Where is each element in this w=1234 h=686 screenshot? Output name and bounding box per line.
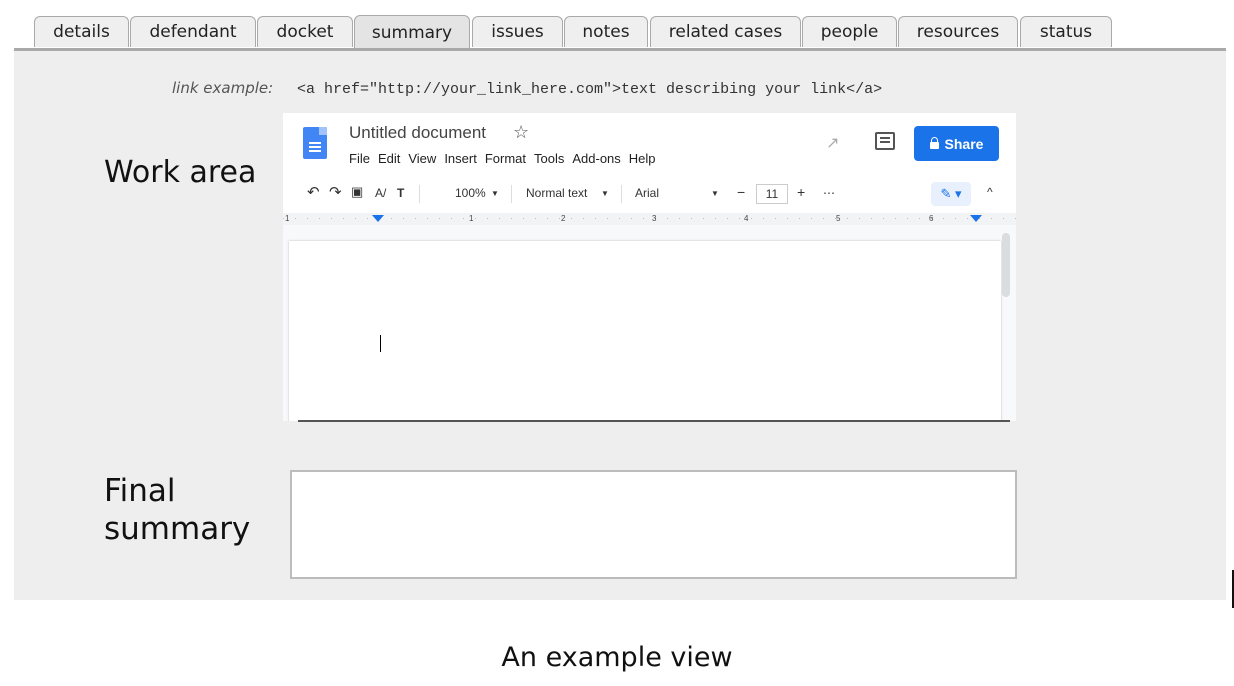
final-summary-textarea[interactable] (290, 470, 1017, 579)
share-label: Share (944, 135, 984, 152)
tab-status[interactable]: status (1020, 16, 1112, 47)
tab-people[interactable]: people (802, 16, 897, 47)
final-summary-label: Final summary (104, 472, 250, 548)
tab-related-cases[interactable]: related cases (650, 16, 801, 47)
tab-notes[interactable]: notes (564, 16, 648, 47)
comment-icon[interactable] (875, 132, 895, 150)
doc-toolbar: ↶ ↷ ▣ A/ T 100% ▼ Normal text ▼ Arial ▼ … (283, 179, 1016, 209)
decrease-font-button[interactable]: − (737, 184, 745, 200)
ruler-mark: 6 (929, 214, 934, 223)
left-indent-marker[interactable] (372, 215, 384, 222)
final-summary-label-line1: Final (104, 473, 176, 509)
chevron-up-icon[interactable]: ^ (987, 185, 993, 199)
google-doc-embed[interactable]: Untitled document ☆ File Edit View Inser… (283, 113, 1016, 421)
tab-resources[interactable]: resources (898, 16, 1018, 47)
font-size-input[interactable]: 11 (756, 184, 788, 204)
ruler-mark: 1 (285, 214, 290, 223)
spellcheck-icon[interactable]: A/ (375, 186, 386, 200)
doc-menu-bar: File Edit View Insert Format Tools Add-o… (349, 151, 656, 166)
style-select[interactable]: Normal text (526, 186, 587, 200)
doc-embed-bottom-border (298, 420, 1010, 422)
figure-caption: An example view (501, 642, 733, 673)
chevron-down-icon: ▼ (491, 189, 499, 198)
undo-icon[interactable]: ↶ (307, 183, 320, 201)
menu-addons[interactable]: Add-ons (572, 151, 620, 166)
menu-tools[interactable]: Tools (534, 151, 564, 166)
doc-canvas (283, 225, 1016, 421)
doc-ruler: 1 1 2 3 4 5 6 (283, 213, 1016, 225)
ruler-ticks (283, 218, 1016, 219)
chevron-down-icon: ▼ (601, 189, 609, 198)
pen-icon[interactable]: ✎ ▾ (931, 182, 971, 206)
print-icon[interactable]: ▣ (351, 184, 363, 200)
work-area-label: Work area (104, 155, 257, 190)
menu-file[interactable]: File (349, 151, 370, 166)
toolbar-separator (511, 185, 512, 203)
link-example-label: link example: (172, 79, 274, 97)
tab-issues[interactable]: issues (472, 16, 563, 47)
doc-title[interactable]: Untitled document (349, 123, 486, 143)
star-icon[interactable]: ☆ (513, 122, 529, 143)
lock-icon (929, 137, 939, 149)
share-button[interactable]: Share (914, 126, 999, 161)
tab-defendant[interactable]: defendant (130, 16, 256, 47)
text-caret (380, 335, 381, 352)
docs-logo-icon (303, 127, 327, 159)
doc-page[interactable] (289, 241, 1001, 421)
ruler-mark: 2 (561, 214, 566, 223)
trend-icon[interactable]: ↗ (826, 133, 839, 152)
menu-help[interactable]: Help (629, 151, 656, 166)
more-icon[interactable]: ⋯ (823, 186, 835, 200)
ruler-mark: 1 (469, 214, 474, 223)
font-select[interactable]: Arial (635, 186, 659, 200)
final-summary-label-line2: summary (104, 511, 251, 547)
ruler-mark: 4 (744, 214, 749, 223)
tab-details[interactable]: details (34, 16, 129, 47)
menu-edit[interactable]: Edit (378, 151, 400, 166)
ruler-mark: 5 (836, 214, 841, 223)
menu-format[interactable]: Format (485, 151, 526, 166)
tab-summary[interactable]: summary (354, 15, 470, 50)
zoom-select[interactable]: 100% (455, 186, 486, 200)
doc-scrollbar[interactable] (1002, 233, 1010, 297)
menu-insert[interactable]: Insert (444, 151, 477, 166)
chevron-down-icon: ▼ (711, 189, 719, 198)
menu-view[interactable]: View (408, 151, 436, 166)
ruler-mark: 3 (652, 214, 657, 223)
redo-icon[interactable]: ↷ (329, 183, 342, 201)
increase-font-button[interactable]: + (797, 184, 805, 200)
tab-docket[interactable]: docket (257, 16, 353, 47)
paint-format-icon[interactable]: T (397, 186, 404, 200)
link-example-code: <a href="http://your_link_here.com">text… (297, 81, 883, 98)
toolbar-separator (419, 185, 420, 203)
toolbar-separator (621, 185, 622, 203)
right-indent-marker[interactable] (970, 215, 982, 222)
